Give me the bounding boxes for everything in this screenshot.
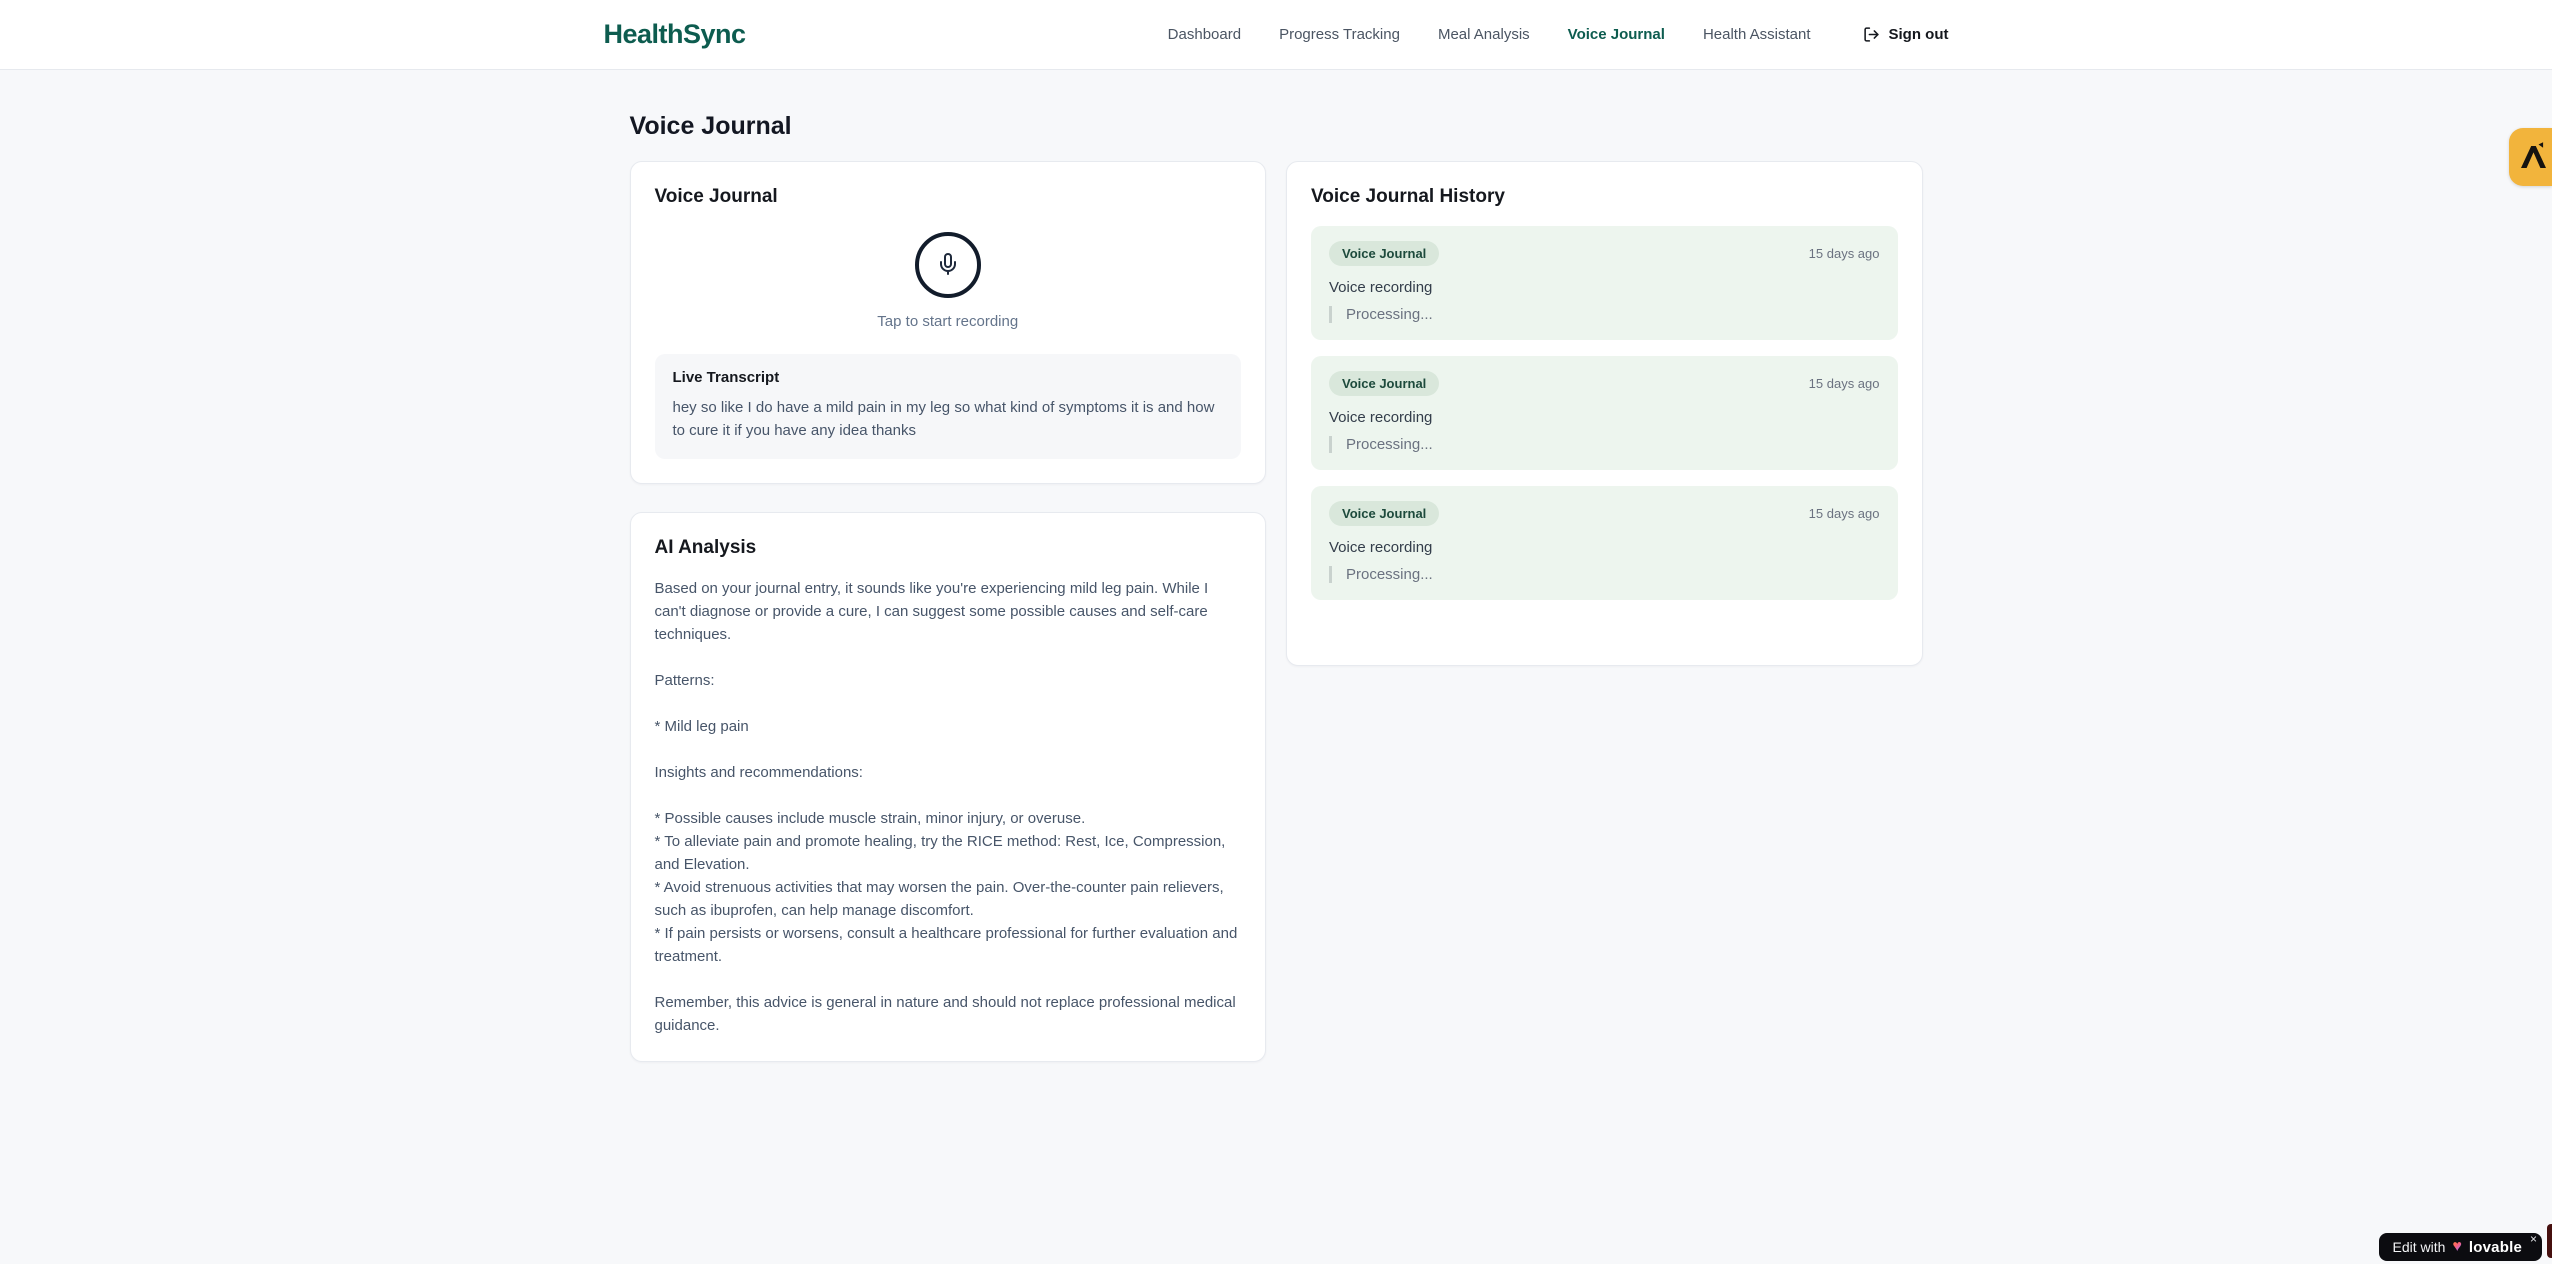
entry-status: Processing... xyxy=(1329,436,1880,453)
edge-indicator-sliver xyxy=(2547,1224,2552,1258)
recorder-card-title: Voice Journal xyxy=(654,186,778,207)
nav-meal-analysis[interactable]: Meal Analysis xyxy=(1438,26,1530,43)
main-nav: Dashboard Progress Tracking Meal Analysi… xyxy=(1168,26,1949,43)
entry-type-badge: Voice Journal xyxy=(1329,371,1440,396)
entry-title: Voice recording xyxy=(1329,279,1433,296)
sign-out-label: Sign out xyxy=(1888,26,1949,43)
entry-timestamp: 15 days ago xyxy=(1808,506,1880,521)
entry-status: Processing... xyxy=(1329,566,1880,583)
entry-title: Voice recording xyxy=(1329,539,1433,556)
history-entry[interactable]: Voice Journal 15 days ago Voice recordin… xyxy=(1311,486,1898,600)
voice-journal-page: Voice Journal Voice Journal Tap to start… xyxy=(629,70,1923,1062)
nav-progress-tracking[interactable]: Progress Tracking xyxy=(1279,26,1400,43)
nav-dashboard[interactable]: Dashboard xyxy=(1168,26,1241,43)
tap-to-record-hint: Tap to start recording xyxy=(877,313,1019,330)
live-transcript-title: Live Transcript xyxy=(672,369,780,386)
entry-title: Voice recording xyxy=(1329,409,1433,426)
live-transcript-text: hey so like I do have a mild pain in my … xyxy=(672,399,1215,439)
ai-analysis-card: AI Analysis Based on your journal entry,… xyxy=(629,512,1266,1062)
microphone-icon xyxy=(936,252,960,279)
entry-type-badge: Voice Journal xyxy=(1329,241,1440,266)
top-navigation-bar: HealthSync Dashboard Progress Tracking M… xyxy=(0,0,2552,70)
voice-journal-history-card: Voice Journal History Voice Journal 15 d… xyxy=(1286,161,1923,666)
edit-with-label: Edit with xyxy=(2392,1239,2446,1255)
entry-type-badge: Voice Journal xyxy=(1329,501,1440,526)
nav-health-assistant[interactable]: Health Assistant xyxy=(1703,26,1811,43)
entry-status: Processing... xyxy=(1329,306,1880,323)
browser-extension-side-tab[interactable] xyxy=(2509,128,2552,186)
lovable-heart-icon: ♥ xyxy=(2452,1238,2462,1255)
history-entry[interactable]: Voice Journal 15 days ago Voice recordin… xyxy=(1311,356,1898,470)
app-logo[interactable]: HealthSync xyxy=(604,19,747,50)
ai-analysis-title: AI Analysis xyxy=(654,537,757,558)
entry-timestamp: 15 days ago xyxy=(1808,376,1880,391)
lovable-wordmark: lovable xyxy=(2468,1238,2522,1256)
history-entry[interactable]: Voice Journal 15 days ago Voice recordin… xyxy=(1311,226,1898,340)
close-icon[interactable]: × xyxy=(2530,1233,2537,1245)
sign-out-button[interactable]: Sign out xyxy=(1863,26,1949,43)
live-transcript-panel: Live Transcript hey so like I do have a … xyxy=(654,354,1241,459)
history-card-title: Voice Journal History xyxy=(1311,186,1505,207)
nav-voice-journal[interactable]: Voice Journal xyxy=(1568,26,1665,43)
record-button[interactable] xyxy=(914,232,981,298)
page-title: Voice Journal xyxy=(629,112,792,140)
edit-with-lovable-badge[interactable]: Edit with ♥ lovable × xyxy=(2379,1233,2542,1261)
amber-extension-icon xyxy=(2518,140,2548,174)
entry-timestamp: 15 days ago xyxy=(1808,246,1880,261)
voice-recorder-card: Voice Journal Tap to start recording Liv… xyxy=(629,161,1266,484)
logout-icon xyxy=(1863,26,1880,43)
ai-analysis-text: Based on your journal entry, it sounds l… xyxy=(654,580,1238,1034)
